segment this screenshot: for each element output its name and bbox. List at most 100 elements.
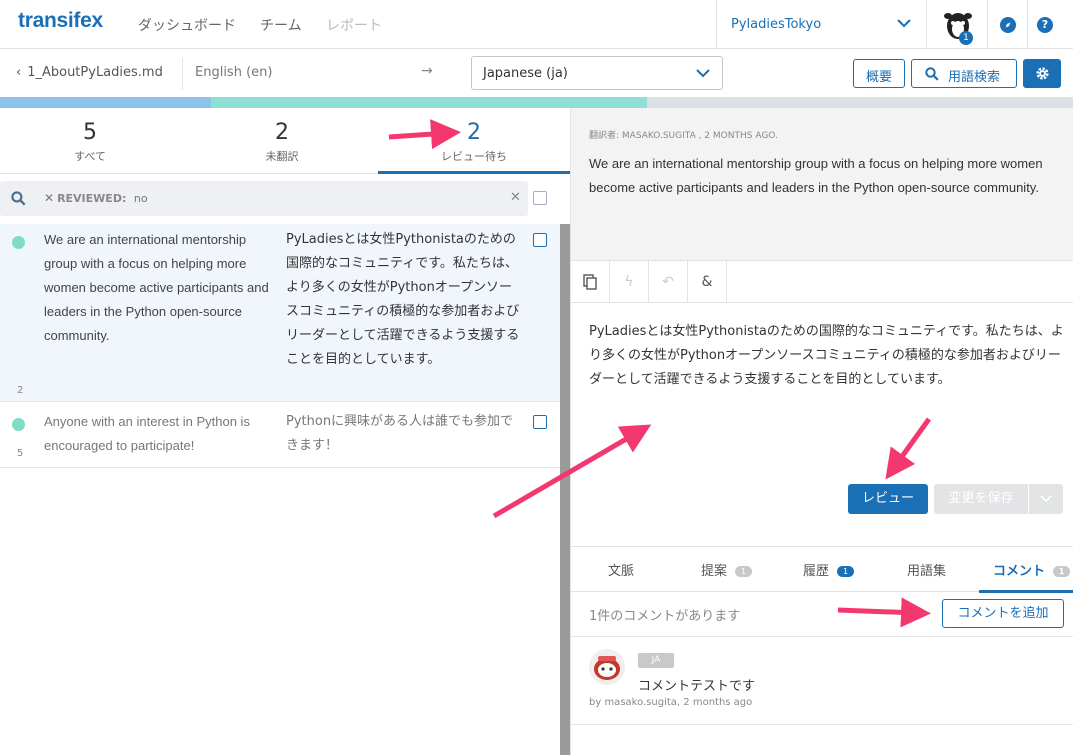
tab-history[interactable]: 履歴 1 [803,560,855,579]
chevron-down-icon [897,19,911,28]
editor-toolbar: ‹ 1_AboutPyLadies.md English (en) → Japan… [0,49,1073,97]
translation-editor[interactable]: PyLadiesとは女性Pythonistaのための国際的なコミュニティです。私… [589,320,1069,392]
settings-button[interactable] [1023,59,1061,88]
user-menu[interactable]: 1 [926,0,987,49]
source-language: English (en) [195,65,273,80]
detail-tabs: 文脈 提案 1 履歴 1 用語集 コメント 1 [571,546,1073,593]
comments-count: 1件のコメントがあります [589,609,741,624]
resource-name: 1_AboutPyLadies.md [27,65,163,80]
overview-label: 概要 [866,70,893,85]
glossary-search-button[interactable]: 用語検索 [911,59,1017,88]
chevron-down-icon [696,69,710,78]
gear-icon [1036,67,1049,80]
compass-icon [1000,17,1016,33]
row-checkbox[interactable] [533,233,547,247]
target-language-value: Japanese (ja) [483,66,568,81]
ampersand-icon[interactable]: & [688,261,727,303]
divider [571,636,1073,637]
scrollbar[interactable] [560,224,570,755]
progress-reviewed [0,97,212,108]
tab-label: 履歴 [803,564,830,579]
string-id: 5 [17,448,24,459]
tab-glossary[interactable]: 用語集 [907,560,946,579]
back-to-resource[interactable]: ‹ 1_AboutPyLadies.md [16,65,163,80]
string-id: 2 [17,385,24,396]
transifex-logo[interactable]: transifex [18,9,103,33]
source-area: 翻訳者: MASAKO.SUGITA , 2 MONTHS AGO. We ar… [571,108,1073,261]
tab-badge: 1 [1053,566,1071,577]
string-row[interactable]: Anyone with an interest in Python is enc… [0,402,560,468]
string-list-panel: 5 すべて 2 未翻訳 2 レビュー待ち ✕ REVIEWED: no ✕ We … [0,108,570,755]
tab-comments[interactable]: コメント 1 [993,560,1071,579]
avatar [589,649,625,685]
stat-untranslated-label: 未翻訳 [265,150,299,163]
translator-info: 翻訳者: MASAKO.SUGITA , 2 MONTHS AGO. [589,131,778,141]
stat-untranslated[interactable]: 2 未翻訳 [187,120,377,164]
nav-report[interactable]: レポート [326,15,382,35]
filter-bar[interactable]: ✕ REVIEWED: no ✕ [0,181,528,216]
comment-language-badge: JA [638,653,674,668]
tab-suggestions[interactable]: 提案 1 [701,560,753,579]
filter-tag-key: REVIEWED: [57,192,127,205]
target-language-select[interactable]: Japanese (ja) [471,56,723,90]
tab-label: 用語集 [907,564,947,579]
comment-meta: by masako.sugita, 2 months ago [589,697,753,708]
stat-all-count: 5 [83,120,97,145]
tab-label: 提案 [701,564,728,579]
undo-icon[interactable]: ↶ [649,261,688,303]
top-nav: transifex ダッシュボード チーム レポート PyladiesTokyo… [0,0,1073,49]
help-icon: ? [1037,17,1053,33]
source-string: Anyone with an interest in Python is enc… [44,414,250,453]
stat-review-label: レビュー待ち [441,150,507,163]
translation-string: PyLadiesとは女性Pythonistaのための国際的なコミュニティです。私… [286,232,520,367]
row-checkbox[interactable] [533,415,547,429]
status-dot [12,236,25,249]
search-icon [925,67,939,81]
notification-badge: 1 [959,31,973,45]
filter-tag-value: no [133,192,148,205]
active-tab-indicator [979,590,1073,593]
stat-review-pending[interactable]: 2 レビュー待ち [379,120,569,164]
tab-label: 文脈 [608,564,635,579]
copy-icon[interactable] [571,261,610,303]
help-button[interactable]: ? [1027,0,1073,49]
translation-progress-bar [0,97,1073,108]
divider [182,58,183,90]
clear-filter-icon[interactable]: ✕ [510,190,521,205]
filter-tag-reviewed[interactable]: ✕ REVIEWED: no [44,191,148,205]
status-dot [12,418,25,431]
search-icon [11,191,26,206]
source-string: We are an international mentorship group… [44,232,269,343]
stat-all[interactable]: 5 すべて [0,120,185,164]
add-comment-button[interactable]: コメントを追加 [942,599,1064,628]
editor-panel: 翻訳者: MASAKO.SUGITA , 2 MONTHS AGO. We ar… [570,108,1073,755]
active-stat-indicator [378,171,570,174]
explore-button[interactable] [987,0,1027,49]
divider [571,724,1073,725]
nav-dashboard[interactable]: ダッシュボード [138,15,236,35]
tab-context[interactable]: 文脈 [608,560,634,579]
glossary-search-label: 用語検索 [948,70,1001,85]
editor-tools: ϟ ↶ & [571,261,1073,303]
source-text: We are an international mentorship group… [589,156,1043,195]
review-button[interactable]: レビュー [848,484,928,514]
tab-badge: 1 [735,566,753,577]
tab-label: コメント [993,564,1046,579]
save-options-dropdown[interactable] [1029,484,1063,514]
arrow-right-icon: → [421,63,433,79]
chevron-left-icon: ‹ [16,65,22,80]
stat-untranslated-count: 2 [275,120,289,145]
select-all-checkbox[interactable] [533,191,547,205]
org-name: PyladiesTokyo [731,17,822,32]
overview-button[interactable]: 概要 [853,59,905,88]
tab-badge: 1 [837,566,855,577]
bolt-icon[interactable]: ϟ [610,261,649,303]
comment-text: コメントテストです [638,679,756,694]
string-row[interactable]: We are an international mentorship group… [0,224,560,402]
chevron-down-icon [1040,495,1052,503]
close-icon[interactable]: ✕ [44,191,54,205]
nav-team[interactable]: チーム [260,15,302,35]
translation-string: Pythonに興味がある人は誰でも参加できます！ [286,414,514,453]
save-changes-button[interactable]: 変更を保存 [934,484,1028,514]
org-switcher[interactable]: PyladiesTokyo [716,0,926,49]
